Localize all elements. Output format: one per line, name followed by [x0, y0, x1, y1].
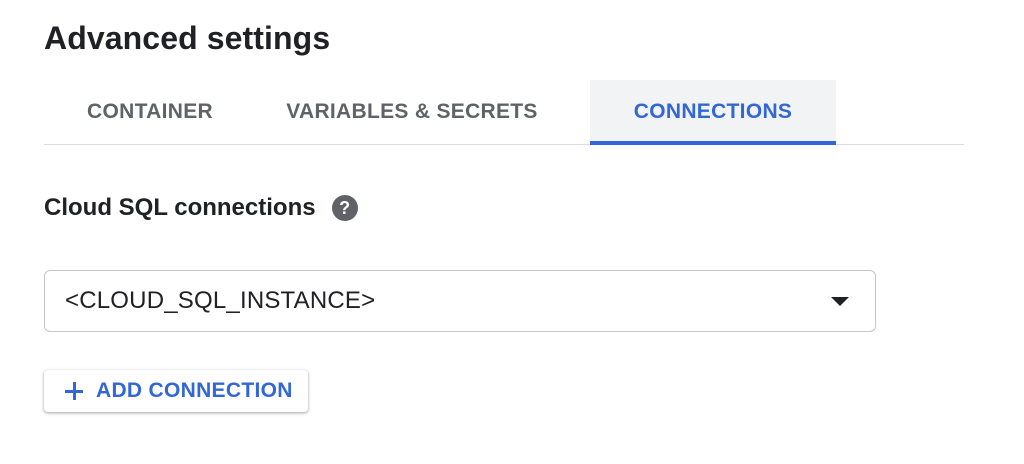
tab-connections[interactable]: CONNECTIONS	[590, 80, 836, 145]
caret-down-icon	[831, 297, 849, 306]
tab-variables-secrets[interactable]: VARIABLES & SECRETS	[276, 80, 548, 144]
advanced-settings-panel: Advanced settings CONTAINER VARIABLES & …	[0, 0, 1024, 464]
cloud-sql-instance-value: <CLOUD_SQL_INSTANCE>	[65, 287, 376, 314]
cloud-sql-label: Cloud SQL connections	[44, 194, 316, 221]
cloud-sql-instance-select[interactable]: <CLOUD_SQL_INSTANCE>	[44, 270, 876, 332]
tab-container[interactable]: CONTAINER	[44, 80, 256, 144]
cloud-sql-section-heading: Cloud SQL connections ?	[44, 194, 358, 222]
tab-bar: CONTAINER VARIABLES & SECRETS CONNECTION…	[44, 80, 964, 145]
tab-variables-secrets-label: VARIABLES & SECRETS	[286, 100, 538, 123]
help-icon[interactable]: ?	[331, 195, 358, 221]
add-connection-button[interactable]: ADD CONNECTION	[44, 370, 308, 412]
plus-icon	[64, 381, 84, 401]
tab-connections-label: CONNECTIONS	[633, 100, 793, 123]
add-connection-label: ADD CONNECTION	[96, 379, 293, 402]
tab-container-label: CONTAINER	[87, 100, 213, 123]
page-title: Advanced settings	[44, 20, 331, 56]
